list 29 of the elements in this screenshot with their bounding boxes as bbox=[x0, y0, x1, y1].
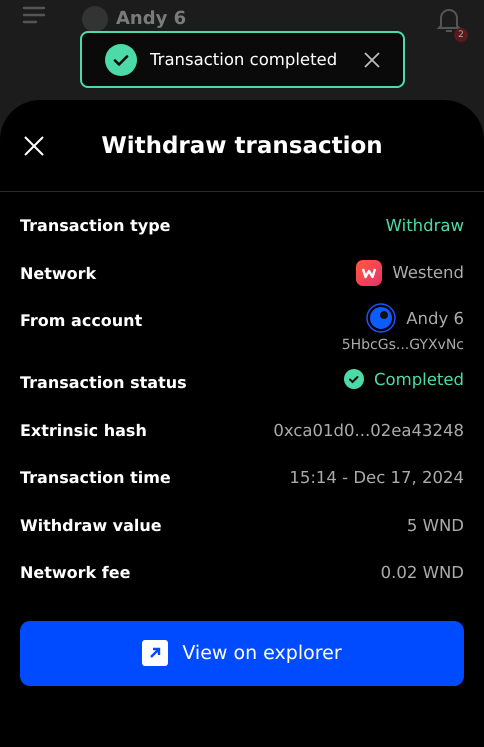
view-on-explorer-button[interactable]: View on explorer bbox=[20, 620, 464, 686]
avatar bbox=[82, 6, 108, 32]
external-link-icon bbox=[142, 640, 168, 666]
account-name: Andy 6 bbox=[406, 308, 464, 328]
account-avatar-icon bbox=[366, 303, 396, 333]
field-value: 0xca01d0...02ea43248 bbox=[273, 420, 464, 440]
field-value: 0.02 WND bbox=[380, 562, 464, 582]
network-logo-icon bbox=[356, 260, 382, 286]
close-icon[interactable] bbox=[363, 50, 381, 68]
field-label: Network bbox=[20, 262, 96, 282]
toast-message: Transaction completed bbox=[150, 50, 338, 69]
notification-badge: 2 bbox=[454, 28, 468, 42]
field-label: Transaction time bbox=[20, 467, 171, 487]
field-label: From account bbox=[20, 310, 142, 330]
field-value: Westend bbox=[392, 263, 464, 282]
check-icon bbox=[104, 42, 138, 76]
field-label: Network fee bbox=[20, 562, 130, 582]
field-value: Completed bbox=[374, 370, 464, 388]
field-value: 5 WND bbox=[406, 514, 464, 534]
field-label: Withdraw value bbox=[20, 514, 162, 534]
sheet-title: Withdraw transaction bbox=[101, 132, 383, 158]
field-label: Transaction status bbox=[20, 372, 187, 392]
field-label: Transaction type bbox=[20, 215, 171, 235]
account-name[interactable]: Andy 6 bbox=[116, 8, 186, 30]
field-label: Extrinsic hash bbox=[20, 420, 147, 440]
field-value: 15:14 - Dec 17, 2024 bbox=[289, 467, 464, 487]
field-value: Withdraw bbox=[386, 215, 464, 235]
check-icon bbox=[344, 369, 364, 389]
account-address: 5HbcGs...GYXvNc bbox=[342, 337, 464, 353]
